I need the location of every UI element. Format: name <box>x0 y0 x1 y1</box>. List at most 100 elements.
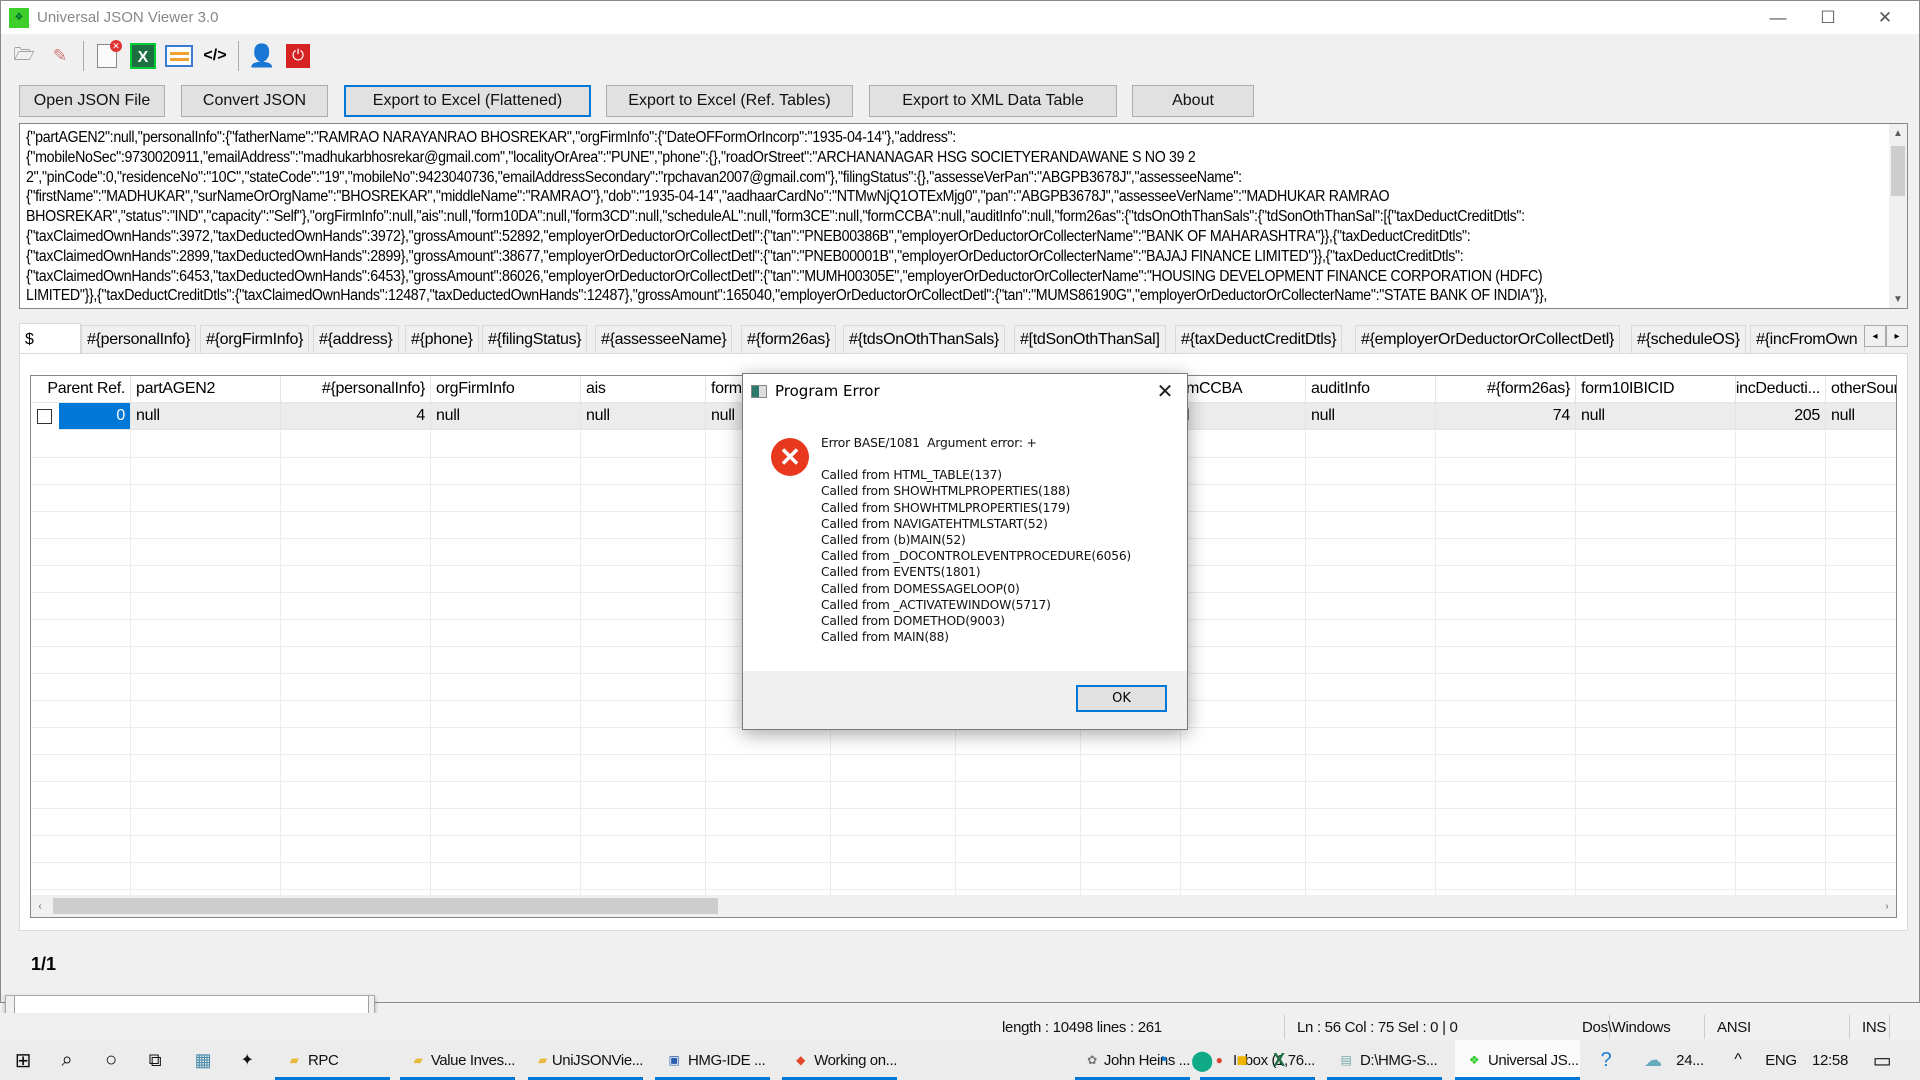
scroll-thumb[interactable] <box>1891 146 1905 196</box>
user-icon[interactable]: 👤 <box>247 41 277 71</box>
tab-phone[interactable]: #{phone} <box>405 325 479 353</box>
weather-icon[interactable]: ☁ <box>1640 1040 1666 1080</box>
grid-cell[interactable]: null <box>1576 403 1736 430</box>
column-header[interactable]: otherSourceI... <box>1826 376 1896 403</box>
start-icon[interactable]: ⊞ <box>8 1040 38 1080</box>
excel-taskbar-icon[interactable]: X <box>1262 1040 1296 1080</box>
grid-horizontal-scrollbar[interactable]: ‹ › <box>31 895 1896 917</box>
scroll-thumb[interactable] <box>53 898 718 914</box>
folder-icon: ▰ <box>413 1053 423 1067</box>
column-header[interactable]: auditInfo <box>1306 376 1436 403</box>
export-xml-data-table-button[interactable]: Export to XML Data Table <box>869 85 1117 117</box>
tab-next-icon[interactable]: ▸ <box>1886 325 1908 347</box>
column-header[interactable]: partAGEN2 <box>131 376 281 403</box>
grid-cell[interactable]: l <box>1181 403 1306 430</box>
scroll-left-icon[interactable]: ‹ <box>31 897 49 915</box>
help-icon[interactable]: ? <box>1590 1040 1622 1080</box>
app-logo-icon: ❖ <box>9 7 29 28</box>
notification-icon[interactable]: ▭ <box>1865 1040 1899 1080</box>
taskbar-app[interactable]: ▤ D:\HMG-S... <box>1327 1040 1442 1080</box>
grid-cell[interactable]: 4 <box>281 403 431 430</box>
scroll-right-icon[interactable]: › <box>1878 897 1896 915</box>
json-text[interactable]: {"partAGEN2":null,"personalInfo":{"fathe… <box>26 128 1881 306</box>
column-header[interactable]: #{personalInfo} <box>281 376 431 403</box>
tab-address[interactable]: #{address} <box>313 325 399 353</box>
grid-cell[interactable]: 0 <box>59 403 131 430</box>
dialog-title: Program Error <box>775 382 880 400</box>
column-header[interactable]: mCCBA <box>1181 376 1306 403</box>
excel-icon[interactable]: X <box>128 41 158 71</box>
convert-json-button[interactable]: Convert JSON <box>181 85 328 117</box>
ok-button[interactable]: OK <box>1076 685 1167 712</box>
json-vertical-scrollbar[interactable]: ▲ ▼ <box>1889 124 1907 308</box>
scroll-down-icon[interactable]: ▼ <box>1889 290 1907 308</box>
grid-cell[interactable]: null <box>581 403 706 430</box>
tab-tax-deduct-credit-dtls[interactable]: #{taxDeductCreditDtls} <box>1175 325 1343 353</box>
taskbar-app[interactable]: ▰ UniJSONVie... <box>528 1040 643 1080</box>
edge-icon[interactable]: ◔ <box>1145 1040 1179 1080</box>
pinned-app-icon-2[interactable]: ■ <box>1225 1040 1259 1080</box>
tab-form26as[interactable]: #{form26as} <box>741 325 836 353</box>
export-excel-ref-tables-button[interactable]: Export to Excel (Ref. Tables) <box>606 85 853 117</box>
tab-employer-or-deductor[interactable]: #{employerOrDeductorOrCollectDetl} <box>1355 325 1621 353</box>
language-indicator[interactable]: ENG <box>1762 1040 1800 1080</box>
scroll-up-icon[interactable]: ▲ <box>1889 124 1907 142</box>
hmg-ide-icon: ▣ <box>668 1053 680 1067</box>
chevron-up-icon[interactable]: ^ <box>1726 1040 1750 1080</box>
tab-root[interactable]: $ <box>19 323 81 355</box>
list-icon[interactable] <box>164 41 194 71</box>
stack-frame: Called from HTML_TABLE(137) <box>821 468 1002 483</box>
row-checkbox[interactable] <box>37 409 52 424</box>
column-header[interactable]: #{form26as} <box>1436 376 1576 403</box>
code-icon[interactable]: </> <box>200 41 230 71</box>
tab-prev-icon[interactable]: ◂ <box>1864 325 1886 347</box>
column-header[interactable]: orgFirmInfo <box>431 376 581 403</box>
open-json-file-button[interactable]: Open JSON File <box>19 85 165 117</box>
toolbar-separator <box>83 41 84 71</box>
close-document-icon[interactable]: ✕ <box>92 40 122 71</box>
dialog-close-button[interactable]: ✕ <box>1153 379 1177 403</box>
pinned-app-icon[interactable]: ✦ <box>232 1040 262 1080</box>
taskbar-app[interactable]: ▰ Value Inves... <box>400 1040 515 1080</box>
export-excel-flattened-button[interactable]: Export to Excel (Flattened) <box>344 85 591 117</box>
taskbar-app[interactable]: ❖ Universal JS... <box>1455 1040 1580 1080</box>
cortana-icon[interactable]: ○ <box>96 1040 126 1080</box>
weather-temp[interactable]: 24... <box>1670 1040 1710 1080</box>
grid-cell[interactable]: null <box>1306 403 1436 430</box>
taskbar-app-label: Universal JS... <box>1488 1051 1579 1069</box>
grid-cell[interactable]: null <box>1826 403 1896 430</box>
clock[interactable]: 12:58 <box>1808 1040 1852 1080</box>
tab-tdson-oth-than-sal[interactable]: #[tdSonOthThanSal] <box>1014 325 1166 353</box>
tab-inc-from-own[interactable]: #{incFromOwn <box>1750 325 1865 353</box>
stack-frame: Called from MAIN(88) <box>821 630 949 645</box>
taskbar-app[interactable]: ▰ RPC <box>275 1040 390 1080</box>
column-header[interactable]: #[incDeducti... <box>1736 376 1826 403</box>
search-icon[interactable]: ⌕ <box>52 1040 82 1080</box>
tab-filing-status[interactable]: #{filingStatus} <box>482 325 588 353</box>
tab-tds-on-oth-than-sals[interactable]: #{tdsOnOthThanSals} <box>843 325 1005 353</box>
task-view-icon[interactable]: ⧉ <box>140 1040 170 1080</box>
grid-cell[interactable]: 205 <box>1736 403 1826 430</box>
grid-cell[interactable]: null <box>431 403 581 430</box>
unknown-app-icon[interactable]: ⬤ <box>1185 1040 1219 1080</box>
close-button[interactable]: ✕ <box>1856 1 1914 34</box>
taskbar-app[interactable]: ▣ HMG-IDE ... <box>655 1040 770 1080</box>
open-folder-icon[interactable]: 🗁 <box>9 41 39 71</box>
column-header[interactable]: form10IBICID <box>1576 376 1736 403</box>
edit-icon[interactable]: ✎ <box>45 41 75 71</box>
column-header[interactable]: Parent Ref. <box>31 376 131 403</box>
about-button[interactable]: About <box>1132 85 1254 117</box>
column-header[interactable]: ais <box>581 376 706 403</box>
tab-assessee-name[interactable]: #{assesseeName} <box>595 325 733 353</box>
json-text-area[interactable]: {"partAGEN2":null,"personalInfo":{"fathe… <box>19 123 1908 309</box>
maximize-button[interactable]: ☐ <box>1799 1 1857 34</box>
power-icon[interactable]: ⏻ <box>283 41 313 71</box>
grid-cell[interactable]: 74 <box>1436 403 1576 430</box>
tab-schedule-os[interactable]: #{scheduleOS} <box>1631 325 1746 353</box>
calculator-icon[interactable]: ▦ <box>188 1040 218 1080</box>
tab-personal-info[interactable]: #{personalInfo} <box>81 325 197 353</box>
grid-cell[interactable]: null <box>131 403 281 430</box>
taskbar-app[interactable]: ◆ Working on... <box>782 1040 897 1080</box>
tab-org-firm-info[interactable]: #{orgFirmInfo} <box>200 325 310 353</box>
grid-column-line <box>1575 430 1576 895</box>
